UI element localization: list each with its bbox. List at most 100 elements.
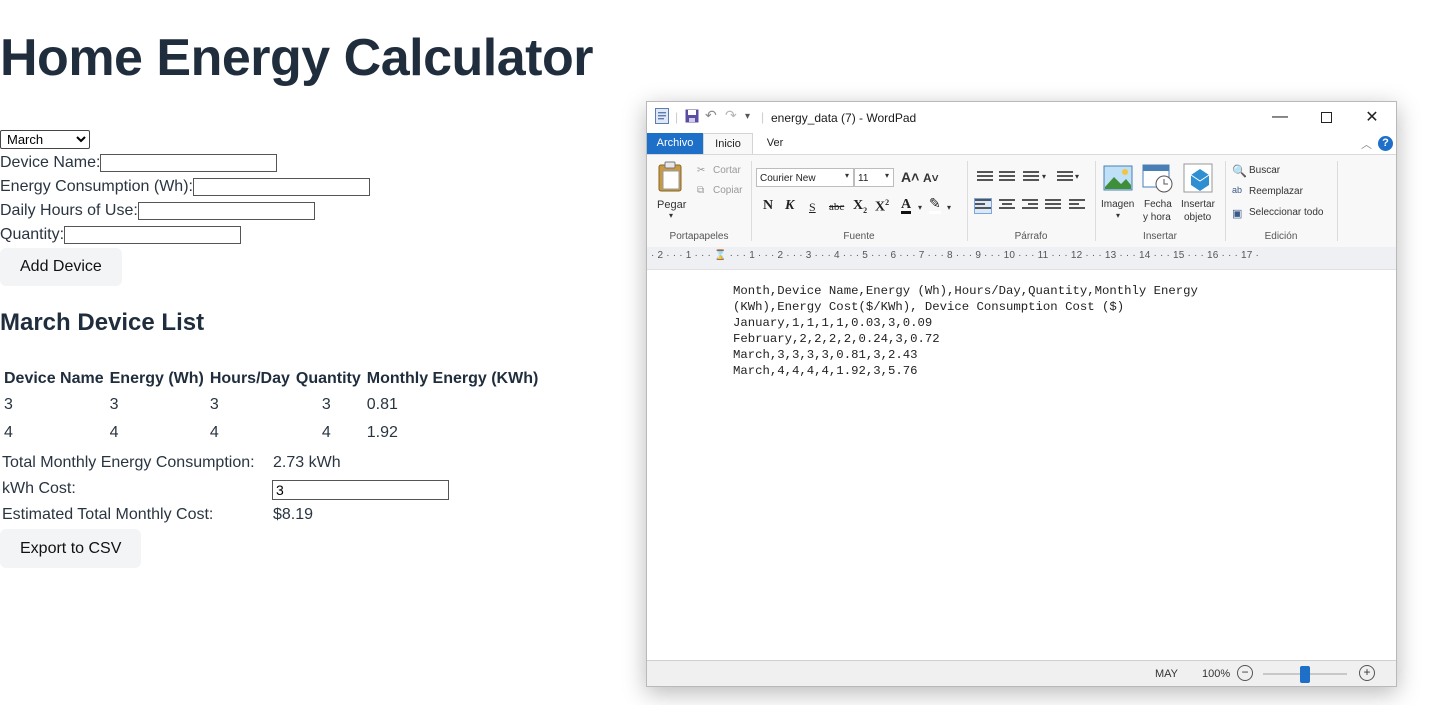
device-list-title: March Device List	[0, 309, 205, 336]
cut-label[interactable]: Cortar	[713, 165, 741, 176]
find-label[interactable]: Buscar	[1249, 165, 1280, 176]
tab-inicio[interactable]: Inicio	[703, 133, 753, 154]
replace-label[interactable]: Reemplazar	[1249, 186, 1303, 197]
redo-icon[interactable]: ↷	[725, 107, 737, 124]
device-name-row: Device Name:	[0, 152, 278, 174]
image-dropdown-icon[interactable]: ▾	[1116, 211, 1120, 220]
tab-archivo[interactable]: Archivo	[647, 133, 703, 154]
document-line: Month,Device Name,Energy (Wh),Hours/Day,…	[733, 284, 1198, 298]
zoom-in-icon[interactable]: +	[1359, 665, 1375, 681]
decrease-indent-icon[interactable]	[977, 171, 993, 185]
italic-icon[interactable]: K	[785, 198, 794, 214]
customize-qa-icon[interactable]: ▾	[745, 111, 750, 122]
superscript-icon[interactable]: X2	[875, 198, 889, 216]
paste-dropdown-icon[interactable]: ▾	[669, 211, 673, 220]
window-title: energy_data (7) - WordPad	[771, 111, 917, 125]
zoom-level: 100%	[1202, 668, 1231, 680]
cell-quantity: 3	[321, 396, 331, 413]
help-icon[interactable]: ?	[1378, 136, 1393, 151]
bullets-dropdown-icon[interactable]: ▾	[1042, 172, 1046, 181]
datetime-label-2[interactable]: y hora	[1143, 212, 1171, 223]
document-area[interactable]: Month,Device Name,Energy (Wh),Hours/Day,…	[647, 270, 1396, 660]
document-line: February,2,2,2,2,0.24,3,0.72	[733, 332, 940, 346]
energy-row: Energy Consumption (Wh):	[0, 176, 370, 198]
table-row: 4 4 4 4 1.92	[2, 420, 540, 446]
align-left-icon[interactable]	[974, 198, 992, 214]
align-right-icon[interactable]	[1022, 199, 1038, 213]
close-icon[interactable]: ✕	[1349, 102, 1395, 132]
zoom-slider-thumb[interactable]	[1300, 666, 1310, 683]
save-icon[interactable]	[685, 109, 699, 126]
increase-indent-icon[interactable]	[999, 171, 1015, 185]
cell-monthly-energy: 0.81	[366, 396, 398, 413]
paragraph-group-label: Párrafo	[1014, 231, 1048, 242]
line-spacing-dropdown-icon[interactable]: ▾	[1075, 172, 1079, 181]
header-device-name: Device Name	[4, 370, 104, 387]
ribbon-tabs: Archivo Inicio Ver ︿ ?	[647, 133, 1396, 154]
maximize-icon[interactable]	[1303, 102, 1349, 132]
highlight-icon[interactable]: ✎	[929, 198, 941, 214]
kwh-cost-input[interactable]	[272, 480, 449, 500]
cell-energy: 4	[109, 424, 119, 441]
shrink-font-icon[interactable]: A˅	[923, 171, 939, 185]
datetime-label-1[interactable]: Fecha	[1144, 199, 1172, 210]
align-center-icon[interactable]	[999, 199, 1015, 213]
insert-object-label-1[interactable]: Insertar	[1181, 199, 1215, 210]
month-select[interactable]: March	[0, 130, 90, 149]
document-line: January,1,1,1,1,0.03,3,0.09	[733, 316, 933, 330]
group-separator	[1337, 161, 1338, 241]
font-color-icon[interactable]: A	[901, 198, 912, 214]
grow-font-icon[interactable]: A˄	[901, 169, 919, 185]
qa-separator: |	[675, 110, 679, 124]
image-label[interactable]: Imagen	[1101, 199, 1134, 210]
paste-label[interactable]: Pegar	[657, 199, 686, 211]
hours-input[interactable]	[137, 202, 315, 220]
paste-icon[interactable]	[657, 161, 687, 198]
strikethrough-icon[interactable]: abc	[829, 201, 844, 213]
datetime-icon[interactable]	[1142, 163, 1174, 198]
font-size-dropdown-icon[interactable]: ▾	[885, 171, 889, 180]
estimated-cost-label: Estimated Total Monthly Cost:	[2, 506, 214, 523]
undo-icon[interactable]: ↶	[705, 107, 717, 124]
ruler-marks: · 2 · · · 1 · · · ⌛ · · · 1 · · · 2 · · …	[651, 250, 1260, 261]
insert-object-icon[interactable]	[1183, 163, 1213, 198]
quantity-input[interactable]	[64, 226, 242, 244]
total-energy-value: 2.73 kWh	[273, 454, 341, 471]
paragraph-settings-icon[interactable]	[1069, 199, 1085, 213]
tab-ver[interactable]: Ver	[757, 133, 793, 154]
energy-input[interactable]	[192, 178, 370, 196]
highlight-dropdown-icon[interactable]: ▾	[947, 203, 951, 212]
device-name-input[interactable]	[100, 154, 278, 172]
insert-object-label-2[interactable]: objeto	[1184, 212, 1211, 223]
cell-device-name: 3	[4, 396, 13, 413]
bullets-icon[interactable]	[1023, 171, 1039, 185]
font-color-dropdown-icon[interactable]: ▾	[918, 203, 922, 212]
justify-icon[interactable]	[1045, 199, 1061, 213]
collapse-ribbon-icon[interactable]: ︿	[1361, 136, 1372, 152]
export-csv-button[interactable]: Export to CSV	[0, 529, 142, 568]
bold-icon[interactable]: N	[763, 198, 773, 214]
select-all-label[interactable]: Seleccionar todo	[1249, 207, 1324, 218]
cell-quantity: 4	[321, 424, 331, 441]
document-line: March,3,3,3,3,0.81,3,2.43	[733, 348, 918, 362]
image-icon[interactable]	[1103, 165, 1133, 196]
copy-label[interactable]: Copiar	[713, 185, 742, 196]
cell-energy: 3	[109, 396, 119, 413]
wordpad-window: | ↶ ↷ ▾ | energy_data (7) - WordPad — ✕ …	[646, 101, 1397, 687]
font-name-select[interactable]: Courier New	[756, 168, 854, 187]
total-energy-label: Total Monthly Energy Consumption:	[2, 454, 255, 471]
ribbon: Pegar ▾ ✂ Cortar ⧉ Copiar Portapapeles C…	[647, 154, 1396, 248]
font-name-dropdown-icon[interactable]: ▾	[845, 171, 849, 180]
ruler[interactable]: · 2 · · · 1 · · · ⌛ · · · 1 · · · 2 · · …	[647, 247, 1396, 270]
page-title: Home Energy Calculator	[0, 29, 593, 87]
header-quantity: Quantity	[295, 370, 361, 387]
subscript-icon[interactable]: X2	[853, 198, 867, 215]
minimize-icon[interactable]: —	[1257, 102, 1303, 132]
line-spacing-icon[interactable]	[1057, 171, 1073, 185]
add-device-button[interactable]: Add Device	[0, 248, 122, 286]
font-group-label: Fuente	[843, 231, 875, 242]
zoom-out-icon[interactable]: −	[1237, 665, 1253, 681]
header-hours: Hours/Day	[209, 370, 290, 387]
underline-icon[interactable]: S	[809, 200, 816, 215]
cell-hours: 4	[209, 424, 219, 441]
